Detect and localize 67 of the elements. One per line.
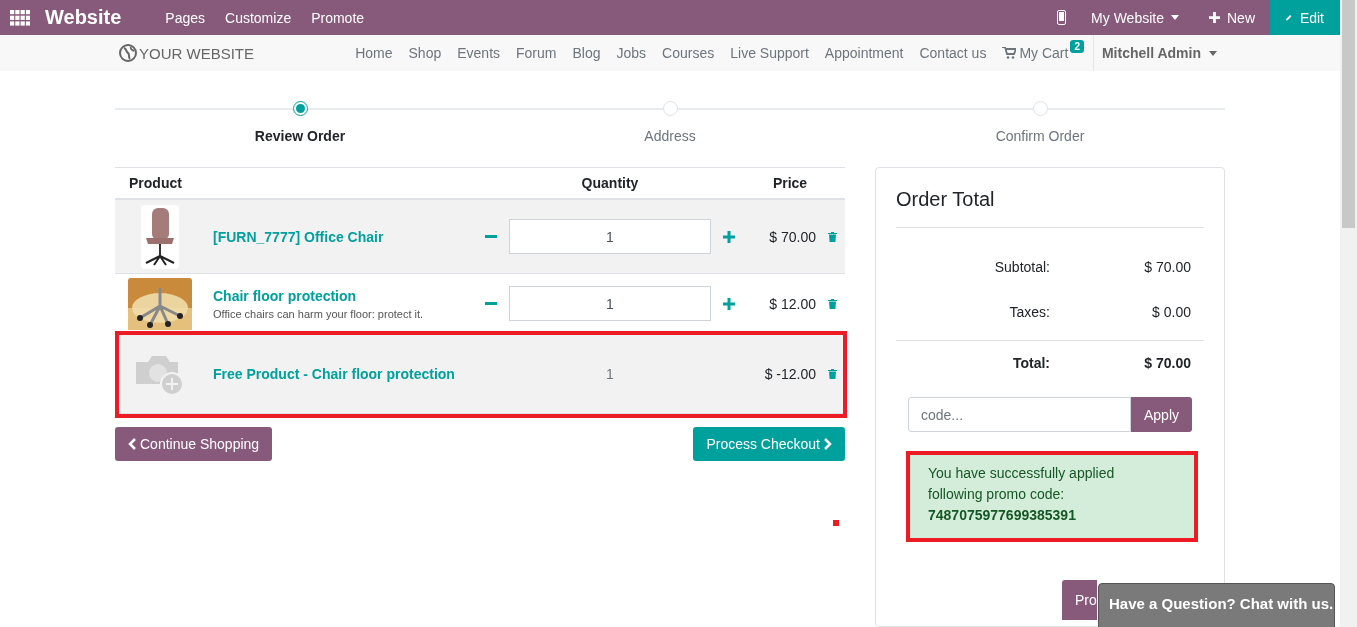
promo-code: 7487075977699385391 (928, 506, 1077, 525)
chevron-left-icon (128, 438, 136, 450)
summary-label: Total: (1011, 355, 1050, 371)
new-button[interactable]: New (1194, 0, 1270, 35)
cart-icon (1002, 47, 1017, 59)
nav-link[interactable]: Courses (654, 45, 723, 61)
column-header: Product (128, 175, 183, 191)
website-dropdown[interactable]: My Website (1076, 0, 1194, 35)
menu-item[interactable]: Promote (311, 9, 365, 26)
summary-value: $ 0.00 (1151, 303, 1192, 320)
nav-link[interactable]: Events (449, 45, 509, 61)
nav-link[interactable]: Home (347, 45, 401, 61)
checkout-button[interactable]: Process Checkout (693, 427, 845, 461)
checkout-button[interactable]: Pro (1062, 580, 1097, 620)
alert-message: You have successfully applied following promo code: (928, 464, 1116, 504)
edit-button[interactable]: Edit (1270, 0, 1340, 35)
product-description: Office chairs can harm your floor: protect it. (213, 307, 425, 320)
step-label: Review Order (254, 128, 346, 144)
chevron-right-icon (824, 438, 832, 450)
continue-shopping-button[interactable]: Continue Shopping (115, 427, 273, 461)
caret-icon (1209, 50, 1217, 56)
trash-icon[interactable] (828, 231, 837, 242)
product-name[interactable]: Chair floor protection (213, 287, 485, 304)
summary-value: $ 70.00 (1143, 355, 1192, 371)
step-label: Address (644, 128, 696, 144)
chat-button[interactable]: Have a Question? Chat with us. (1098, 583, 1335, 627)
step-label: Confirm Order (995, 128, 1085, 144)
nav-link[interactable]: Contact us (911, 45, 995, 61)
user-menu[interactable]: Mitchell Admin (1093, 45, 1225, 61)
increase-button[interactable] (723, 297, 735, 310)
apply-button[interactable]: Apply (1131, 397, 1192, 432)
nav-link[interactable]: Appointment (816, 45, 912, 61)
site-logo[interactable]: YOUR WEBSITE (119, 44, 254, 62)
mobile-icon[interactable] (1057, 10, 1067, 25)
promo-code-field[interactable]: code... (908, 397, 1131, 432)
summary-label: Subtotal: (993, 258, 1050, 275)
nav-link[interactable]: Blog (564, 45, 609, 61)
quantity-field[interactable]: 1 (509, 219, 711, 254)
summary-title: Order Total (896, 188, 1204, 228)
nav-link[interactable]: Live Support (722, 45, 817, 61)
increase-button[interactable] (723, 230, 735, 243)
price: $ 12.00 (769, 295, 816, 312)
menu-item[interactable]: Customize (225, 9, 292, 26)
nav-link[interactable]: Shop (400, 45, 450, 61)
scrollbar[interactable] (1340, 0, 1357, 627)
globe-icon (119, 44, 137, 62)
summary-value: $ 70.00 (1143, 258, 1192, 275)
trash-icon[interactable] (828, 298, 837, 309)
cart-count: 2 (1070, 39, 1084, 53)
menu-item[interactable]: Pages (165, 9, 206, 26)
trash-icon[interactable] (828, 368, 837, 379)
quantity: 1 (605, 365, 615, 382)
cart-link[interactable]: My Cart (994, 45, 1069, 61)
quantity-field[interactable]: 1 (509, 286, 711, 321)
product-name[interactable]: [FURN_7777] Office Chair (213, 228, 485, 245)
apps-icon[interactable] (10, 9, 30, 26)
app-title: Website (45, 6, 122, 29)
plus-icon (1209, 12, 1220, 23)
nav-link[interactable]: Forum (508, 45, 565, 61)
summary-label: Taxes: (1008, 303, 1050, 320)
column-header: Price (771, 175, 809, 191)
column-header: Quantity (580, 175, 640, 191)
nav-link[interactable]: Jobs (608, 45, 655, 61)
caret-icon (1171, 15, 1179, 20)
price: $ -12.00 (764, 365, 816, 382)
price: $ 70.00 (769, 228, 816, 245)
product-name[interactable]: Free Product - Chair floor protection (213, 365, 485, 382)
